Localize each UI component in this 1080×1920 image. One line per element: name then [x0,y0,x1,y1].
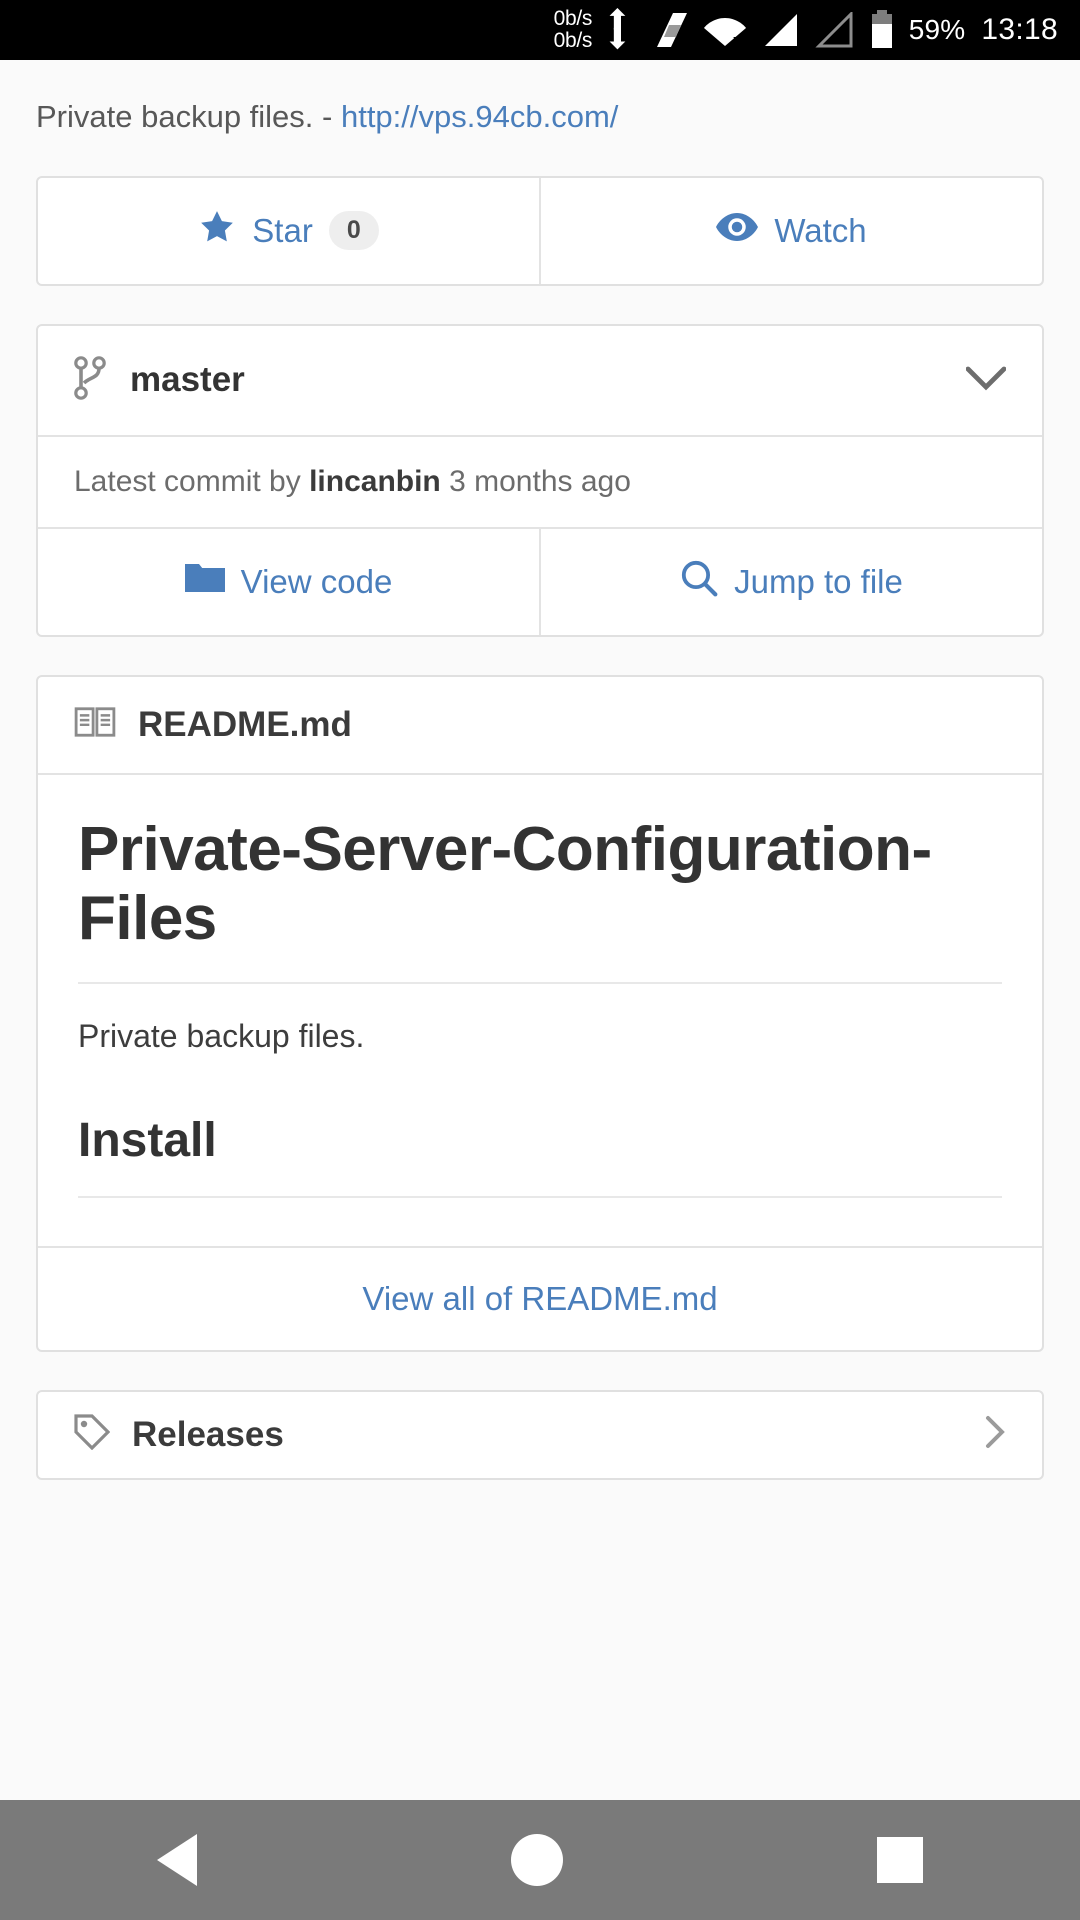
latest-commit-prefix: Latest commit by [74,464,310,498]
svg-text:x: x [733,32,742,48]
home-button-icon[interactable] [511,1834,563,1886]
recents-button-icon[interactable] [877,1837,923,1883]
book-icon [74,705,116,744]
releases-card[interactable]: Releases [36,1389,1044,1480]
battery-icon [869,10,895,50]
eye-icon [716,211,759,251]
network-speed-up: 0b/s [553,6,593,30]
readme-preview: Private-Server-Configuration-Files Priva… [38,775,1042,1246]
view-all-readme-link[interactable]: View all of README.md [38,1245,1042,1350]
vpn-icon [643,11,689,49]
readme-paragraph: Private backup files. [78,1017,365,1054]
readme-filename: README.md [138,704,352,744]
readme-heading: Private-Server-Configuration-Files [78,814,932,954]
status-bar: 0b/s 0b/s ⬆ ⬇ x 59% 13:18 [0,0,1080,60]
releases-chevron-icon [984,1414,1006,1455]
repository-description-text: Private backup files. - [36,99,341,134]
wifi-off-icon: x [703,12,747,48]
commit-author: lincanbin [309,464,441,498]
android-navigation-bar [0,1800,1080,1920]
readme-subheading-rule [78,1195,1002,1198]
folder-icon [184,562,225,602]
network-speed-indicator: 0b/s 0b/s [553,6,593,52]
repository-homepage-link[interactable]: http://vps.94cb.com/ [341,99,618,134]
branch-card: master Latest commit by lincanbin 3 mont… [36,323,1044,637]
tag-icon [74,1414,111,1455]
commit-time-ago: 3 months ago [440,464,631,498]
watch-button[interactable]: Watch [539,177,1042,284]
view-code-button[interactable]: View code [38,529,539,635]
search-icon [680,559,718,605]
signal-empty-icon [815,12,855,48]
star-label: Star [252,211,313,249]
clock-label: 13:18 [981,13,1058,46]
watch-label: Watch [774,211,867,249]
branch-name-label: master [130,360,245,400]
readme-header: README.md [38,677,1042,775]
signal-full-icon [761,12,801,48]
latest-commit-row[interactable]: Latest commit by lincanbin 3 months ago [38,437,1042,529]
releases-label: Releases [132,1414,284,1454]
star-count-badge: 0 [328,211,379,251]
git-branch-icon [74,356,106,405]
star-icon [198,208,236,254]
readme-heading-rule [78,981,1002,984]
branch-selector[interactable]: master [38,326,1042,437]
view-code-label: View code [240,562,393,600]
repository-description: Private backup files. - http://vps.94cb.… [0,60,1080,138]
chevron-down-icon[interactable] [965,365,1007,396]
battery-percent-label: 59% [908,14,966,45]
repository-actions-card: Star 0 Watch [36,175,1044,286]
jump-to-file-button[interactable]: Jump to file [539,528,1042,635]
star-button[interactable]: Star 0 [38,178,539,284]
jump-to-file-label: Jump to file [734,562,903,600]
network-speed-down: 0b/s [553,29,593,52]
readme-card: README.md Private-Server-Configuration-F… [36,674,1044,1352]
network-arrows-icon: ⬆ ⬇ [606,4,629,54]
back-button-icon[interactable] [157,1834,197,1886]
readme-subheading: Install [78,1113,217,1167]
repository-scroll-area[interactable]: Private backup files. - http://vps.94cb.… [0,60,1080,1800]
